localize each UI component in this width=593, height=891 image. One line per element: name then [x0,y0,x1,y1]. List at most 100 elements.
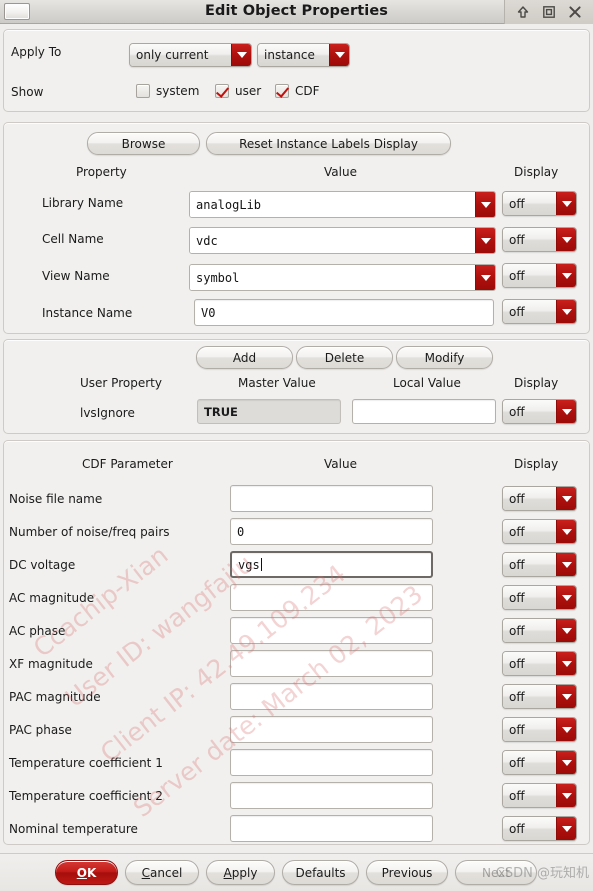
view-name-combo[interactable]: symbol [189,264,496,291]
title-bar: Edit Object Properties [0,0,593,24]
cdf-display-dropdown[interactable]: off [502,717,577,742]
checkbox-system-box[interactable] [136,84,150,98]
cdf-value-input[interactable] [230,782,433,809]
cdf-value-input[interactable] [230,650,433,677]
chevron-down-icon [556,751,576,774]
cdf-display-dropdown[interactable]: off [502,750,577,775]
reset-instance-labels-display-button[interactable]: Reset Instance Labels Display [206,132,451,155]
cdf-display-dropdown[interactable]: off [502,651,577,676]
chevron-down-icon [556,487,576,510]
apply-to-scope-dropdown[interactable]: only current [129,43,252,67]
cdf-value-input[interactable] [230,485,433,512]
cdf-value-input[interactable] [230,584,433,611]
view-name-display-dropdown[interactable]: off [502,263,577,288]
chevron-down-icon[interactable] [475,192,495,217]
cell-name-display-dropdown[interactable]: off [502,227,577,252]
lvsignore-master-value-text: TRUE [204,404,238,419]
cdf-display-dropdown[interactable]: off [502,552,577,577]
chevron-down-icon [329,44,349,66]
cell-name-display-value: off [503,228,556,251]
property-row-label: Instance Name [42,306,133,320]
lvsignore-master-value: TRUE [197,399,341,424]
cdf-row: AC phase [9,624,65,638]
chevron-down-icon [556,652,576,675]
property-row-label: Library Name [42,196,124,210]
cdf-value-input[interactable]: vgs [230,551,433,578]
view-name-value[interactable]: symbol [190,265,475,290]
cdf-display-dropdown[interactable]: off [502,585,577,610]
cdf-row-label: XF magnitude [9,657,93,671]
chevron-down-icon[interactable] [475,228,495,253]
cdf-row-label: Nominal temperature [9,822,138,836]
cdf-display-dropdown[interactable]: off [502,783,577,808]
close-icon[interactable] [562,0,588,24]
cell-name-value[interactable]: vdc [190,228,475,253]
cdf-display-dropdown[interactable]: off [502,684,577,709]
apply-to-scope-value: only current [130,44,231,66]
csdn-watermark: CSDN @玩知机 [495,866,589,881]
shade-icon[interactable] [510,0,536,24]
cdf-display-dropdown[interactable]: off [502,816,577,841]
chevron-down-icon [556,228,576,251]
cdf-value-text: 0 [237,524,245,539]
cdf-row-label: AC phase [9,624,66,638]
cdf-display-value: off [503,718,556,741]
cdf-display-value: off [503,586,556,609]
checkbox-system[interactable]: system [136,84,199,98]
previous-button[interactable]: Previous [366,860,448,885]
maximize-icon[interactable] [536,0,562,24]
cdf-value-input[interactable] [230,617,433,644]
lvsignore-display-value: off [503,400,556,423]
defaults-button-label: Defaults [295,865,346,880]
instance-name-input[interactable]: V0 [194,299,494,326]
modify-property-button[interactable]: Modify [396,346,493,369]
cdf-row: PAC phase [9,723,72,737]
cdf-row: Noise file name [9,492,102,506]
text-caret [260,558,262,571]
cdf-display-dropdown[interactable]: off [502,519,577,544]
delete-property-button[interactable]: Delete [296,346,393,369]
cdf-value-input[interactable] [230,716,433,743]
library-name-display-dropdown[interactable]: off [502,191,577,216]
checkbox-user[interactable]: user [215,84,261,98]
apply-to-row: Apply To [11,45,61,59]
browse-button-label: Browse [121,136,166,151]
cdf-row: XF magnitude [9,657,93,671]
ok-button[interactable]: OK [55,860,118,885]
ok-button-label: OK [76,865,97,880]
property-row: Cell Name [42,232,104,246]
cdf-row: Nominal temperature [9,822,138,836]
cdf-value-input[interactable]: 0 [230,518,433,545]
chevron-down-icon [556,300,576,323]
cancel-button[interactable]: Cancel [125,860,199,885]
lvsignore-display-dropdown[interactable]: off [502,399,577,424]
browse-button[interactable]: Browse [87,132,200,155]
cdf-row: Temperature coefficient 1 [9,756,163,770]
cdf-display-dropdown[interactable]: off [502,486,577,511]
cdf-value-input[interactable] [230,683,433,710]
chevron-down-icon [556,520,576,543]
library-name-combo[interactable]: analogLib [189,191,496,218]
apply-to-target-dropdown[interactable]: instance [257,43,350,67]
checkbox-cdf[interactable]: CDF [275,84,320,98]
apply-to-target-value: instance [258,44,329,66]
chevron-down-icon[interactable] [475,265,495,290]
user-property-row-label: lvsIgnore [80,406,135,420]
defaults-button[interactable]: Defaults [282,860,359,885]
apply-button[interactable]: Apply [206,860,275,885]
cell-name-combo[interactable]: vdc [189,227,496,254]
cdf-row-label: Number of noise/freq pairs [9,525,170,539]
instance-name-display-value: off [503,300,556,323]
checkbox-cdf-box[interactable] [275,84,289,98]
checkbox-user-box[interactable] [215,84,229,98]
cdf-display-dropdown[interactable]: off [502,618,577,643]
cdf-row: Number of noise/freq pairs [9,525,170,539]
instance-name-display-dropdown[interactable]: off [502,299,577,324]
lvsignore-local-value-input[interactable] [352,399,496,424]
cdf-value-input[interactable] [230,749,433,776]
cdf-row-label: Temperature coefficient 1 [9,756,163,770]
library-name-value[interactable]: analogLib [190,192,475,217]
cdf-value-input[interactable] [230,815,433,842]
add-property-button[interactable]: Add [196,346,293,369]
show-row: Show [11,85,43,99]
